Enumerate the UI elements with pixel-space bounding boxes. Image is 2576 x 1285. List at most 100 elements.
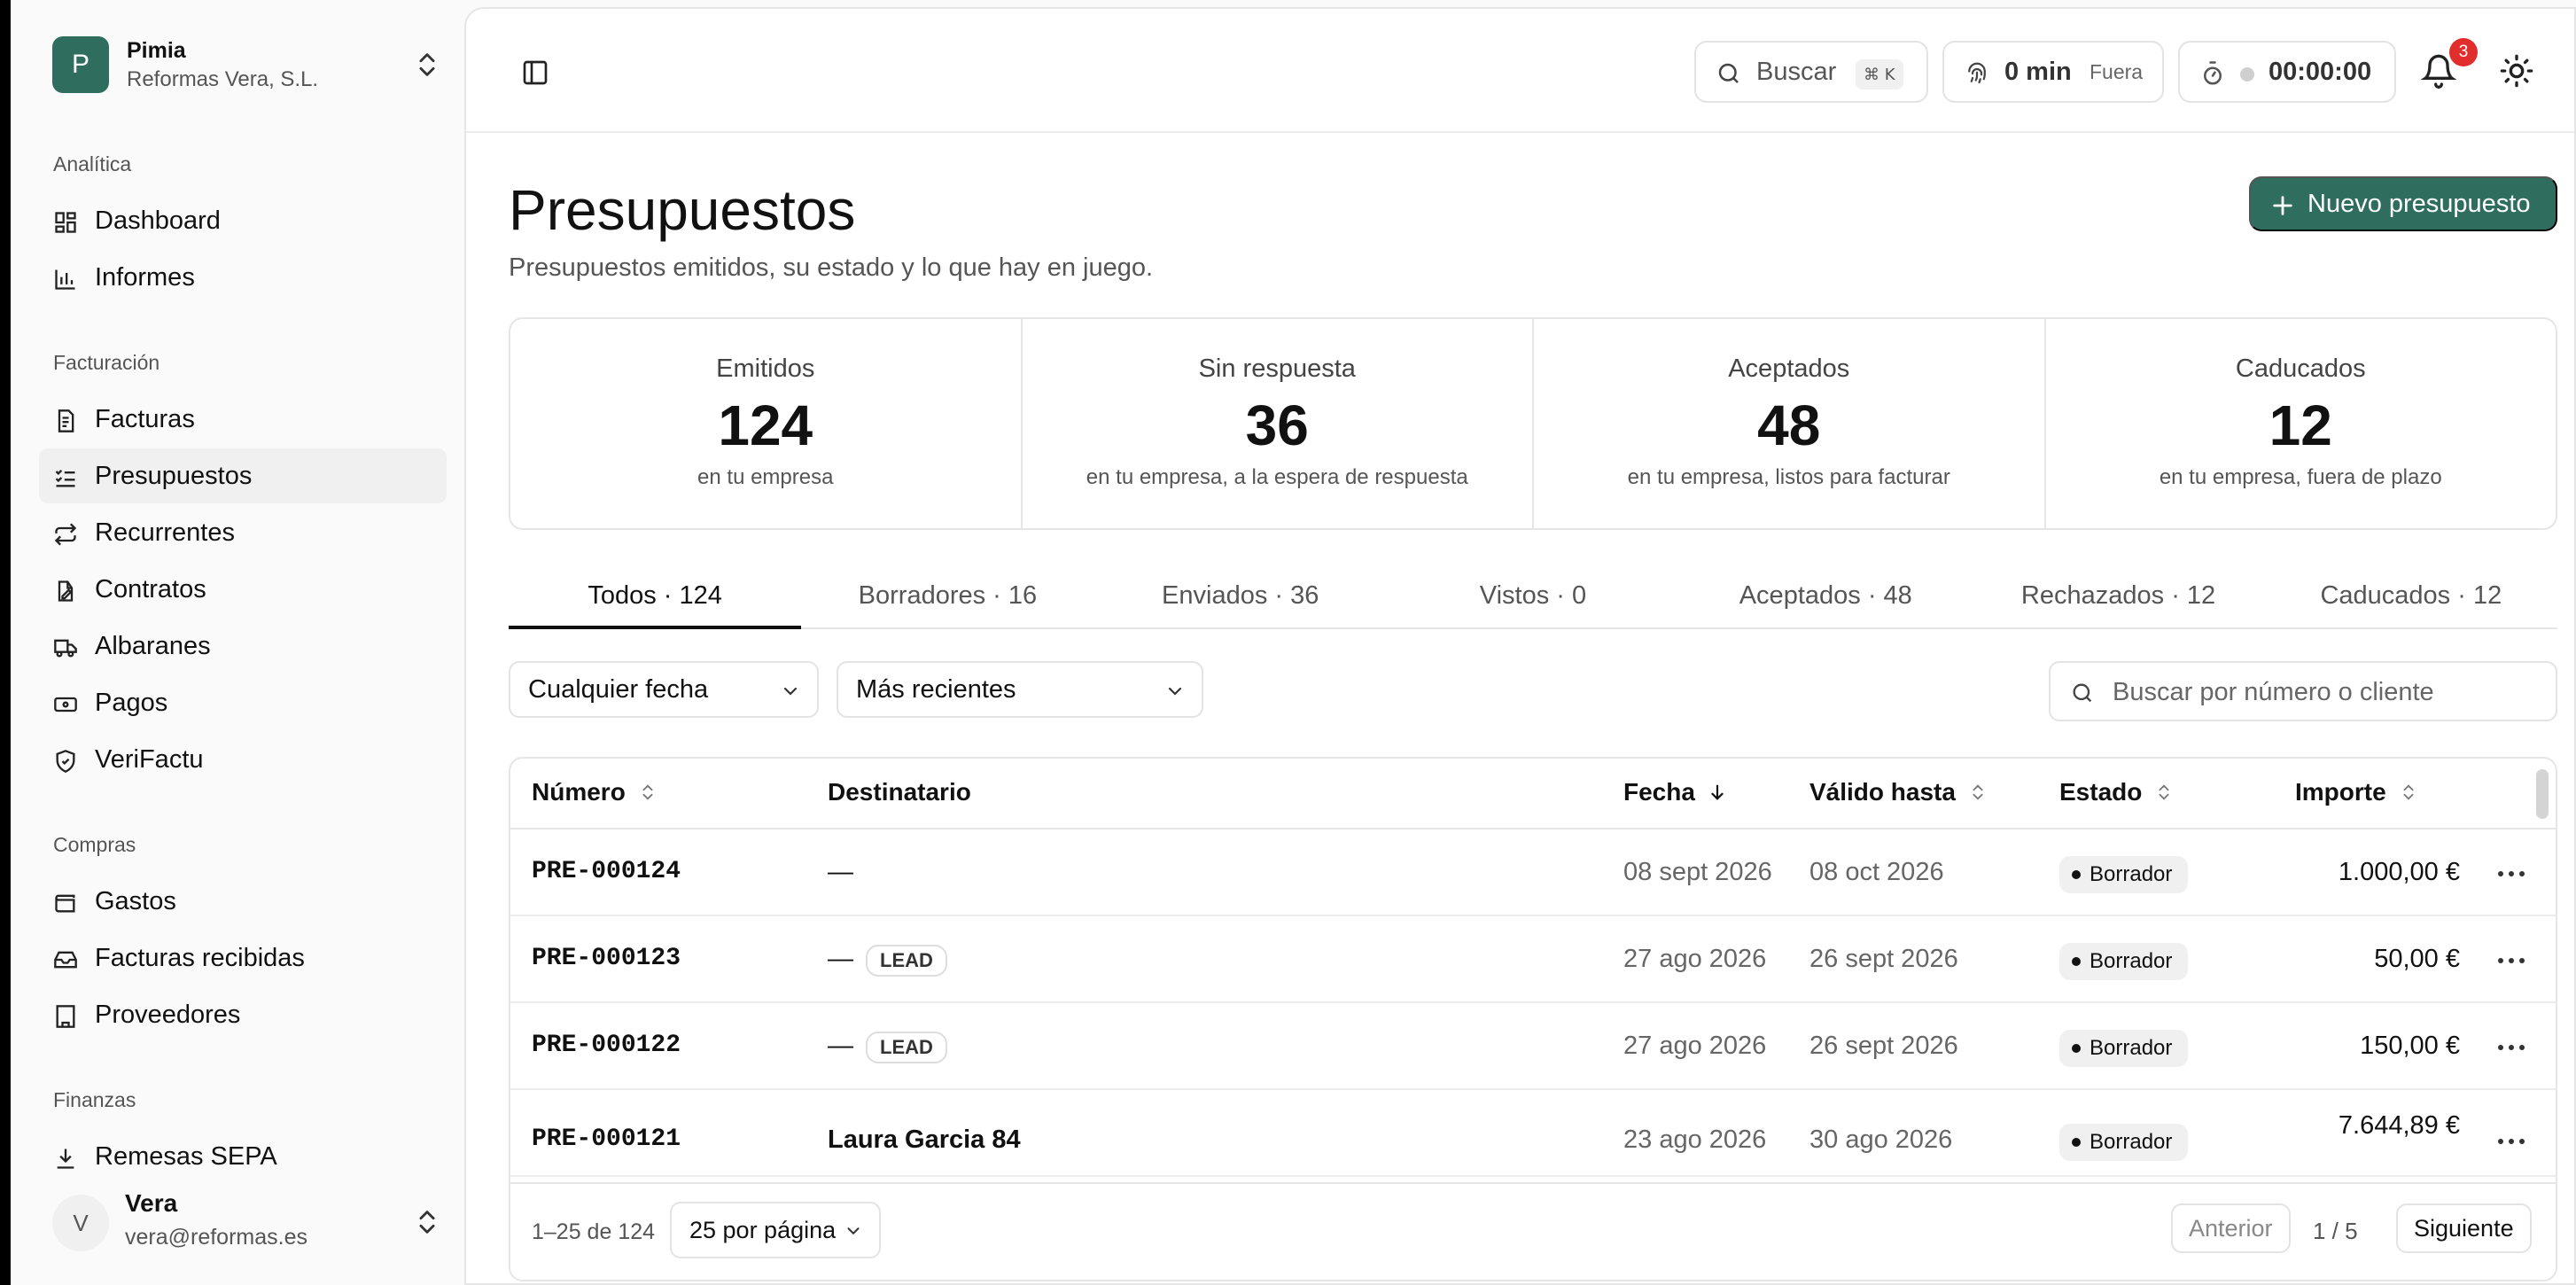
truck-icon	[54, 639, 77, 658]
sidebar-item-proveedores[interactable]: Proveedores	[39, 987, 447, 1042]
page-title: Presupuestos	[509, 178, 856, 242]
sidebar-item-facturas-recibidas[interactable]: Facturas recibidas	[39, 931, 447, 985]
app-window: P Pimia Reformas Vera, S.L. Analítica Da…	[0, 0, 2576, 1285]
tab-caducados[interactable]: Caducados · 12	[2265, 567, 2557, 627]
status-dot	[2072, 1044, 2081, 1053]
status-dot	[2072, 870, 2081, 879]
quote-number: PRE-000123	[532, 945, 681, 972]
lead-badge: LEAD	[866, 945, 947, 977]
chevrons-up-down-icon	[419, 1211, 435, 1234]
clock-status: Fuera	[2090, 59, 2144, 83]
column-header-numero[interactable]: Número	[532, 778, 658, 806]
chevron-down-icon	[783, 687, 798, 696]
stat-value: 36	[1245, 393, 1309, 457]
sidebar-item-label: Recurrentes	[95, 518, 235, 547]
column-header-importe[interactable]: Importe	[2295, 778, 2418, 806]
list-check-icon	[55, 470, 75, 487]
column-label: Estado	[2059, 778, 2143, 806]
sidebar-item-facturas[interactable]: Facturas	[39, 392, 447, 447]
sort-icon	[2159, 784, 2169, 800]
tab-vistos[interactable]: Vistos · 0	[1387, 567, 1679, 627]
sidebar-item-albaranes[interactable]: Albaranes	[39, 619, 447, 674]
chevron-down-icon	[847, 1227, 860, 1235]
stat-card-aceptados: Aceptados 48 en tu empresa, listos para …	[1534, 319, 2046, 528]
sidebar-item-verifactu[interactable]: VeriFactu	[39, 732, 447, 787]
stat-title: Aceptados	[1728, 354, 1850, 383]
table-row[interactable]: PRE-000121 Laura Garcia 84 23 ago 2026 3…	[510, 1090, 2556, 1177]
tab-todos[interactable]: Todos · 124	[509, 567, 802, 629]
timer-button[interactable]: 00:00:00	[2178, 41, 2396, 103]
previous-page-button[interactable]: Anterior	[2171, 1203, 2291, 1253]
topbar: Buscar ⌘ K 0 min Fuera 00:00:00 3	[466, 9, 2574, 133]
status-badge: Borrador	[2059, 1030, 2189, 1067]
column-label: Destinatario	[828, 778, 971, 806]
org-avatar: P	[52, 36, 109, 93]
global-search-button[interactable]: Buscar ⌘ K	[1694, 41, 1928, 103]
sidebar-item-informes[interactable]: Informes	[39, 250, 447, 305]
tab-aceptados[interactable]: Aceptados · 48	[1679, 567, 1972, 627]
valid-until: 26 sept 2026	[1809, 945, 1958, 973]
quote-amount: 150,00 €	[2360, 1032, 2460, 1060]
more-horizontal-icon[interactable]	[2495, 1042, 2527, 1053]
clock-in-button[interactable]: 0 min Fuera	[1942, 41, 2164, 103]
shortcut-hint: ⌘ K	[1856, 59, 1903, 90]
date-filter-select[interactable]: Cualquier fecha	[509, 661, 819, 718]
sidebar-item-remesas-sepa[interactable]: Remesas SEPA	[39, 1129, 447, 1184]
tab-borradores[interactable]: Borradores · 16	[801, 567, 1093, 627]
user-avatar: V	[52, 1195, 109, 1251]
table-scrollbar[interactable]	[2536, 769, 2549, 819]
stat-title: Sin respuesta	[1198, 354, 1356, 383]
sidebar-toggle-icon[interactable]	[521, 58, 549, 87]
quote-amount: 1.000,00 €	[2338, 858, 2460, 886]
quote-date: 08 sept 2026	[1623, 858, 1772, 886]
sun-icon[interactable]	[2499, 53, 2534, 89]
sidebar-item-gastos[interactable]: Gastos	[39, 874, 447, 929]
sidebar-item-recurrentes[interactable]: Recurrentes	[39, 505, 447, 560]
document-icon	[58, 409, 74, 432]
table-pagination: 1–25 de 124 25 por página Anterior 1 / 5…	[510, 1182, 2556, 1280]
quote-search-input[interactable]	[2113, 675, 2538, 709]
sidebar-item-presupuestos[interactable]: Presupuestos	[39, 448, 447, 503]
org-switcher[interactable]: P Pimia Reformas Vera, S.L.	[52, 35, 442, 94]
inbox-icon	[54, 951, 77, 969]
more-horizontal-icon[interactable]	[2495, 868, 2527, 879]
column-header-destinatario: Destinatario	[828, 778, 971, 806]
more-horizontal-icon[interactable]	[2495, 1136, 2527, 1147]
org-name: Pimia	[127, 37, 186, 63]
timer-value: 00:00:00	[2269, 57, 2372, 86]
chevron-down-icon	[1168, 687, 1182, 696]
status-dot	[2072, 957, 2081, 966]
sidebar-item-pagos[interactable]: Pagos	[39, 675, 447, 730]
shield-check-icon	[56, 750, 75, 773]
sidebar-item-label: Proveedores	[95, 1000, 241, 1029]
plus-icon	[2273, 196, 2292, 215]
table-row[interactable]: PRE-000122 — LEAD 27 ago 2026 26 sept 202…	[510, 1003, 2556, 1090]
user-menu[interactable]: V Vera vera@reformas.es	[52, 1188, 442, 1258]
per-page-select[interactable]: 25 por página	[670, 1202, 881, 1258]
tab-rechazados[interactable]: Rechazados · 12	[1972, 567, 2264, 627]
stat-card-sin-respuesta: Sin respuesta 36 en tu empresa, a la esp…	[1023, 319, 1534, 528]
column-header-fecha[interactable]: Fecha	[1623, 778, 1727, 806]
table-row[interactable]: PRE-000123 — LEAD 27 ago 2026 26 sept 202…	[510, 916, 2556, 1003]
recipient: —	[828, 1032, 853, 1060]
tab-enviados[interactable]: Enviados · 36	[1094, 567, 1387, 627]
more-horizontal-icon[interactable]	[2495, 955, 2527, 966]
status-tabs: Todos · 124 Borradores · 16 Enviados · 3…	[509, 567, 2557, 629]
sidebar-item-dashboard[interactable]: Dashboard	[39, 193, 447, 248]
new-quote-button[interactable]: Nuevo presupuesto	[2249, 176, 2557, 231]
stat-subtitle: en tu empresa, listos para facturar	[1627, 465, 1950, 489]
nav-section-analitica: Analítica	[53, 152, 132, 175]
quote-search-field	[2049, 661, 2557, 721]
status-label: Borrador	[2090, 949, 2173, 973]
lead-badge: LEAD	[866, 1032, 947, 1063]
next-page-button[interactable]: Siguiente	[2396, 1203, 2532, 1253]
column-header-estado[interactable]: Estado	[2059, 778, 2174, 806]
sidebar-item-contratos[interactable]: Contratos	[39, 562, 447, 617]
nav-section-finanzas: Finanzas	[53, 1088, 136, 1111]
stat-value: 12	[2269, 393, 2332, 457]
valid-until: 08 oct 2026	[1809, 858, 1944, 886]
table-row[interactable]: PRE-000124 — 08 sept 2026 08 oct 2026 Bo…	[510, 829, 2556, 916]
sort-select[interactable]: Más recientes	[837, 661, 1203, 718]
column-header-valido-hasta[interactable]: Válido hasta	[1809, 778, 1988, 806]
building-icon	[56, 1005, 75, 1028]
